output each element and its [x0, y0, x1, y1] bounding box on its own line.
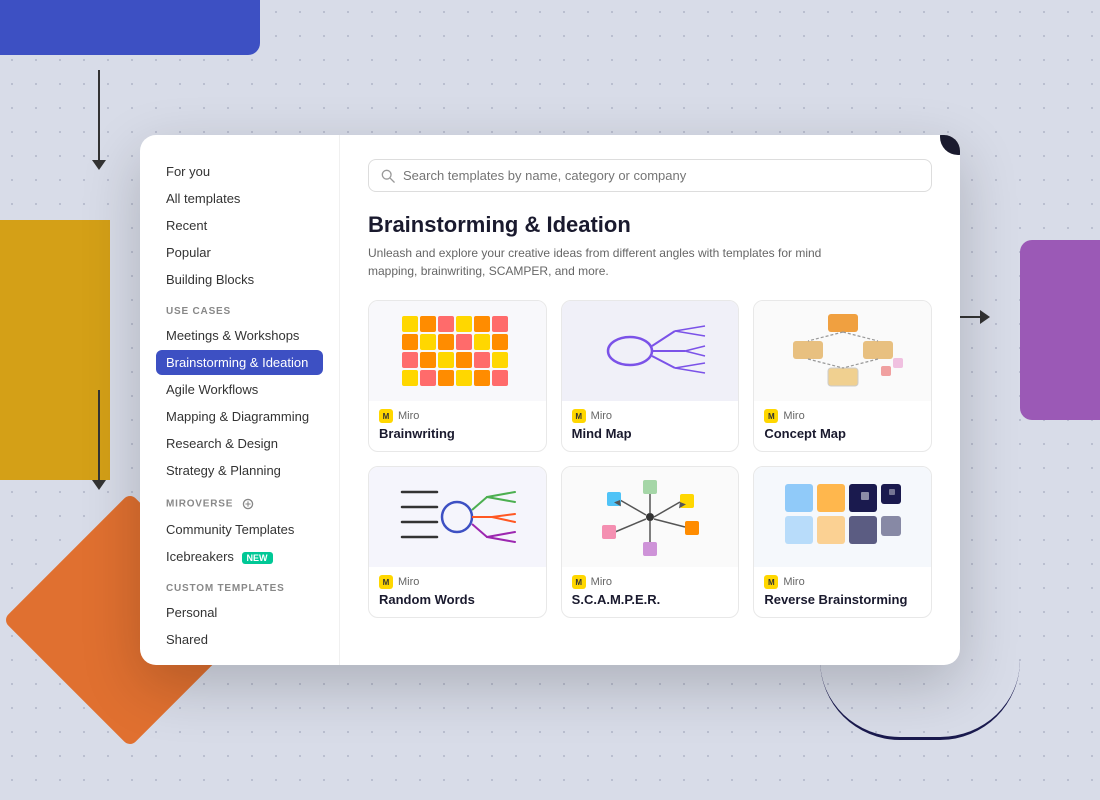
new-badge: NEW: [242, 552, 273, 564]
sidebar-item-mapping[interactable]: Mapping & Diagramming: [156, 404, 323, 429]
template-info-reverse-brainstorming: M Miro Reverse Brainstorming: [754, 567, 931, 617]
template-card-random-words[interactable]: M Miro Random Words: [368, 466, 547, 618]
template-info-brainwriting: M Miro Brainwriting: [369, 401, 546, 451]
sidebar-item-popular[interactable]: Popular: [156, 240, 323, 265]
template-name-reverse-brainstorming: Reverse Brainstorming: [764, 592, 921, 607]
miro-icon: M: [379, 575, 393, 589]
sidebar-item-shared[interactable]: Shared: [156, 627, 323, 652]
sidebar-item-strategy[interactable]: Strategy & Planning: [156, 458, 323, 483]
miro-icon: M: [572, 575, 586, 589]
page-title: Brainstorming & Ideation: [368, 212, 932, 238]
template-card-scamper[interactable]: M Miro S.C.A.M.P.E.R.: [561, 466, 740, 618]
template-card-brainwriting[interactable]: M Miro Brainwriting: [368, 300, 547, 452]
search-bar: [368, 159, 932, 192]
template-thumb-scamper: [562, 467, 739, 567]
template-thumb-reverse-brainstorming: [754, 467, 931, 567]
sidebar-item-meetings[interactable]: Meetings & Workshops: [156, 323, 323, 348]
miro-icon: M: [379, 409, 393, 423]
template-thumb-brainwriting: [369, 301, 546, 401]
template-card-concept-map[interactable]: M Miro Concept Map: [753, 300, 932, 452]
template-source: M Miro: [764, 575, 921, 589]
template-card-mind-map[interactable]: M Miro Mind Map: [561, 300, 740, 452]
template-source: M Miro: [572, 409, 729, 423]
main-content: Brainstorming & Ideation Unleash and exp…: [340, 135, 960, 665]
template-thumb-concept-map: [754, 301, 931, 401]
template-name-scamper: S.C.A.M.P.E.R.: [572, 592, 729, 607]
sidebar-item-community[interactable]: Community Templates: [156, 517, 323, 542]
template-info-concept-map: M Miro Concept Map: [754, 401, 931, 451]
template-source: M Miro: [379, 575, 536, 589]
template-thumb-random-words: [369, 467, 546, 567]
page-description: Unleash and explore your creative ideas …: [368, 244, 848, 280]
miro-icon: M: [764, 409, 778, 423]
miroverse-icon: [241, 497, 255, 511]
miro-icon: M: [572, 409, 586, 423]
use-cases-label: USE CASES: [156, 294, 323, 323]
sidebar-item-research[interactable]: Research & Design: [156, 431, 323, 456]
sidebar-item-icebreakers[interactable]: Icebreakers NEW: [156, 544, 323, 569]
sidebar-item-building-blocks[interactable]: Building Blocks: [156, 267, 323, 292]
search-input[interactable]: [403, 168, 919, 183]
template-name-concept-map: Concept Map: [764, 426, 921, 441]
template-source: M Miro: [764, 409, 921, 423]
sidebar: For you All templates Recent Popular Bui…: [140, 135, 340, 665]
sidebar-item-all-templates[interactable]: All templates: [156, 186, 323, 211]
template-info-mind-map: M Miro Mind Map: [562, 401, 739, 451]
sidebar-item-personal[interactable]: Personal: [156, 600, 323, 625]
modal-overlay: × For you All templates Recent Popular B…: [0, 0, 1100, 800]
sidebar-item-recent[interactable]: Recent: [156, 213, 323, 238]
template-thumb-mind-map: [562, 301, 739, 401]
miroverse-label: MIROVERSE: [156, 485, 323, 517]
template-card-reverse-brainstorming[interactable]: M Miro Reverse Brainstorming: [753, 466, 932, 618]
template-info-random-words: M Miro Random Words: [369, 567, 546, 617]
miro-icon: M: [764, 575, 778, 589]
custom-templates-label: CUSTOM TEMPLATES: [156, 571, 323, 600]
sidebar-item-brainstorming[interactable]: Brainstorming & Ideation: [156, 350, 323, 375]
template-source: M Miro: [379, 409, 536, 423]
template-source: M Miro: [572, 575, 729, 589]
search-icon: [381, 169, 395, 183]
sidebar-item-agile[interactable]: Agile Workflows: [156, 377, 323, 402]
template-info-scamper: M Miro S.C.A.M.P.E.R.: [562, 567, 739, 617]
modal: × For you All templates Recent Popular B…: [140, 135, 960, 665]
template-name-mind-map: Mind Map: [572, 426, 729, 441]
template-name-brainwriting: Brainwriting: [379, 426, 536, 441]
sidebar-item-for-you[interactable]: For you: [156, 159, 323, 184]
template-grid: M Miro Brainwriting: [368, 300, 932, 618]
template-name-random-words: Random Words: [379, 592, 536, 607]
